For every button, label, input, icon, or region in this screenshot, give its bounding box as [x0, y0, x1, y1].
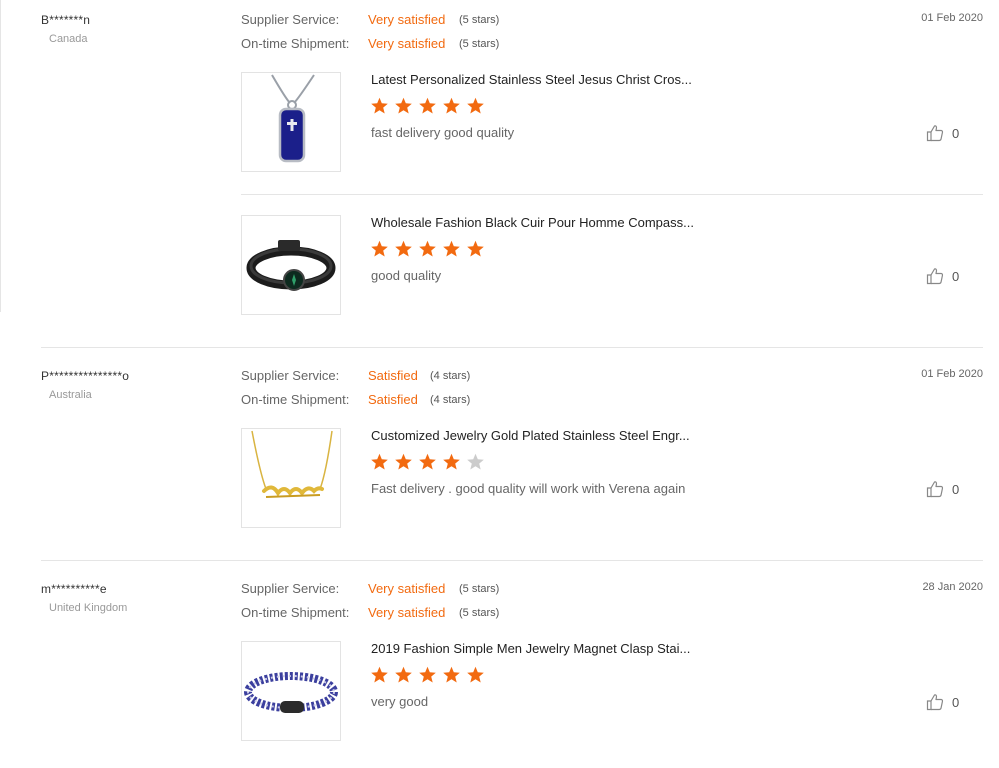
star-filled-icon: [370, 240, 389, 258]
shipment-stars: (5 stars): [459, 607, 500, 619]
star-filled-icon: [370, 666, 389, 684]
star-filled-icon: [418, 666, 437, 684]
star-filled-icon: [418, 453, 437, 471]
star-filled-icon: [394, 240, 413, 258]
shipment-label: On-time Shipment:: [241, 605, 350, 620]
star-filled-icon: [466, 240, 485, 258]
shipment-stars: (4 stars): [430, 394, 471, 406]
product-stars: [370, 240, 490, 258]
like-count: 0: [952, 694, 960, 710]
thumbs-up-icon: [926, 481, 944, 498]
supplier-service-label: Supplier Service:: [241, 12, 340, 27]
thumbs-up-icon: [926, 694, 944, 711]
reviewer-name: P***************o: [41, 369, 130, 383]
leather-bracelet-icon: [246, 240, 336, 291]
review-comment: Fast delivery . good quality will work w…: [371, 481, 686, 496]
star-filled-icon: [466, 97, 485, 115]
star-empty-icon: [466, 453, 485, 471]
shipment-value: Satisfied: [368, 392, 418, 407]
review-divider: [41, 347, 983, 348]
supplier-service-stars: (5 stars): [459, 583, 500, 595]
reviewer-name: B*******n: [41, 13, 91, 27]
star-filled-icon: [370, 97, 389, 115]
thumbs-up-icon: [926, 125, 944, 142]
star-filled-icon: [442, 97, 461, 115]
supplier-service-value: Very satisfied: [368, 581, 446, 596]
star-filled-icon: [370, 453, 389, 471]
product-title[interactable]: 2019 Fashion Simple Men Jewelry Magnet C…: [371, 641, 716, 656]
like-count: 0: [952, 481, 960, 497]
star-filled-icon: [442, 453, 461, 471]
shipment-label: On-time Shipment:: [241, 392, 350, 407]
reviewer-country: United Kingdom: [49, 602, 128, 614]
product-image[interactable]: [241, 428, 341, 528]
star-filled-icon: [418, 240, 437, 258]
review-date: 01 Feb 2020: [921, 368, 983, 380]
reviewer-name: m**********e: [41, 582, 107, 596]
left-border: [0, 0, 1, 312]
review-comment: very good: [371, 694, 429, 709]
star-filled-icon: [394, 453, 413, 471]
review-date: 28 Jan 2020: [922, 581, 983, 593]
product-stars: [370, 97, 490, 115]
shipment-value: Very satisfied: [368, 605, 446, 620]
star-filled-icon: [442, 240, 461, 258]
star-filled-icon: [442, 666, 461, 684]
reviewer-country: Canada: [49, 33, 88, 45]
product-title[interactable]: Customized Jewelry Gold Plated Stainless…: [371, 428, 716, 443]
supplier-service-label: Supplier Service:: [241, 368, 340, 383]
shipment-stars: (5 stars): [459, 38, 500, 50]
like-button[interactable]: 0: [926, 267, 959, 285]
gold-name-necklace-icon: [251, 430, 333, 498]
like-button[interactable]: 0: [926, 480, 959, 498]
star-filled-icon: [394, 97, 413, 115]
star-filled-icon: [394, 666, 413, 684]
item-divider: [241, 194, 983, 195]
shipment-label: On-time Shipment:: [241, 36, 350, 51]
product-stars: [370, 453, 490, 471]
supplier-service-value: Very satisfied: [368, 12, 446, 27]
rope-bracelet-icon: [244, 672, 338, 713]
product-image[interactable]: [241, 641, 341, 741]
supplier-service-label: Supplier Service:: [241, 581, 340, 596]
product-image[interactable]: [241, 72, 341, 172]
like-count: 0: [952, 268, 960, 284]
like-count: 0: [952, 125, 960, 141]
product-title[interactable]: Wholesale Fashion Black Cuir Pour Homme …: [371, 215, 716, 230]
product-title[interactable]: Latest Personalized Stainless Steel Jesu…: [371, 72, 716, 87]
pendant-necklace-icon: [271, 74, 315, 163]
star-filled-icon: [418, 97, 437, 115]
like-button[interactable]: 0: [926, 693, 959, 711]
supplier-service-value: Satisfied: [368, 368, 418, 383]
like-button[interactable]: 0: [926, 124, 959, 142]
review-comment: fast delivery good quality: [371, 125, 515, 140]
reviewer-country: Australia: [49, 389, 92, 401]
review-divider: [41, 560, 983, 561]
star-filled-icon: [466, 666, 485, 684]
supplier-service-stars: (5 stars): [459, 14, 500, 26]
thumbs-up-icon: [926, 268, 944, 285]
product-image[interactable]: [241, 215, 341, 315]
shipment-value: Very satisfied: [368, 36, 446, 51]
product-stars: [370, 666, 490, 684]
supplier-service-stars: (4 stars): [430, 370, 471, 382]
review-comment: good quality: [371, 268, 442, 283]
review-date: 01 Feb 2020: [921, 12, 983, 24]
